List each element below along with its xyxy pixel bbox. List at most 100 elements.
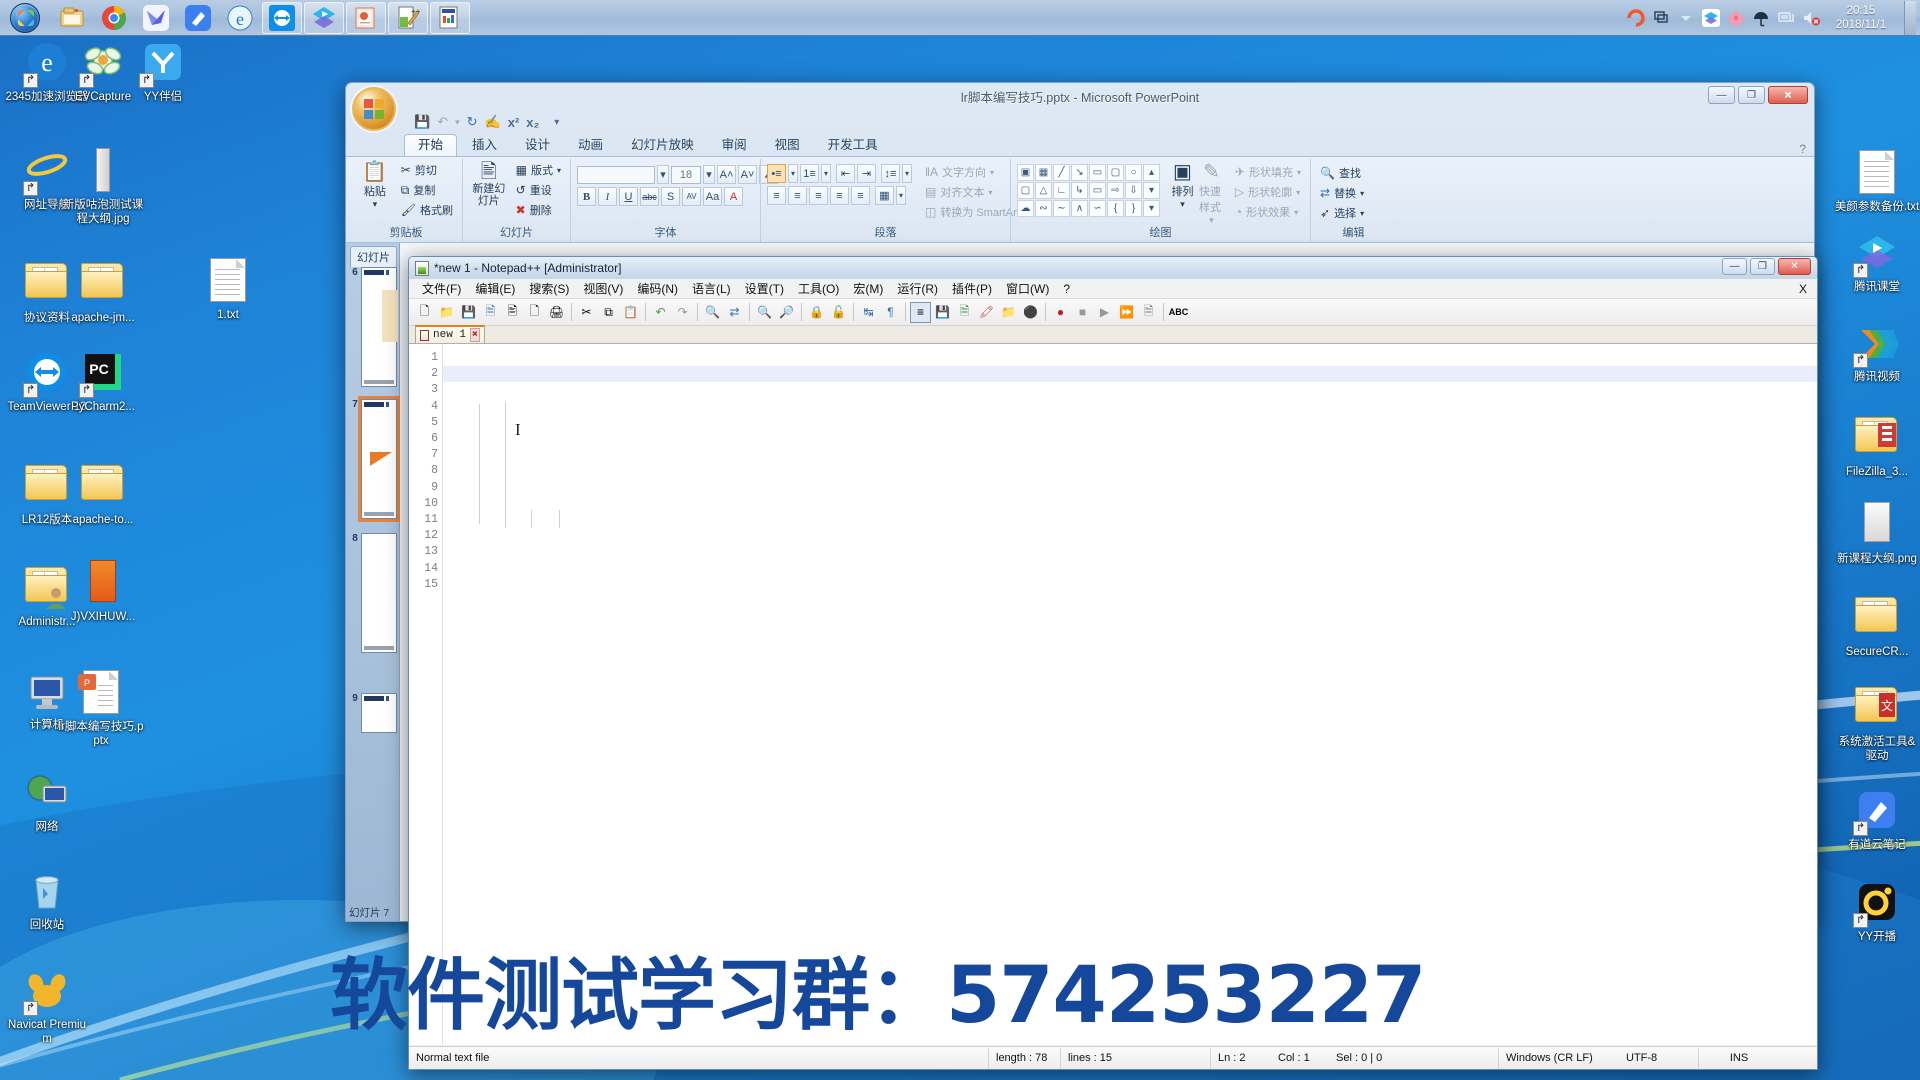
slides-tab[interactable]: 幻灯片 xyxy=(350,246,397,267)
increase-indent-button[interactable]: ⇥ xyxy=(857,164,876,183)
ppt-tab-home[interactable]: 开始 xyxy=(404,134,458,156)
desktop-icon-tencent-classroom[interactable]: 腾讯课堂 xyxy=(1834,230,1920,295)
shape-arc-icon[interactable]: ∧ xyxy=(1071,200,1088,217)
italic-button[interactable]: I xyxy=(598,187,617,206)
desktop-icon-apache-tomcat[interactable]: apache-to... xyxy=(60,458,146,528)
notepadpp-minimize-button[interactable]: — xyxy=(1722,258,1747,275)
record-macro-icon[interactable]: ● xyxy=(1050,302,1071,323)
save-macro-icon[interactable]: 🗎 xyxy=(1138,302,1159,323)
shapes-more-icon[interactable]: ▾ xyxy=(1143,200,1160,217)
tray-clock[interactable]: 20:15 2018/11/1 xyxy=(1827,4,1895,32)
powerpoint-restore-button[interactable]: ❐ xyxy=(1738,86,1765,104)
menu-plugins[interactable]: 插件(P) xyxy=(945,279,999,298)
shape-curve-icon[interactable]: ∼ xyxy=(1053,200,1070,217)
taskbar-chrome-button[interactable] xyxy=(94,2,134,34)
shape-elbow-arrow-icon[interactable]: ↳ xyxy=(1071,182,1088,199)
shape-wave-icon[interactable]: ∽ xyxy=(1089,200,1106,217)
shape-leftbrace-icon[interactable]: { xyxy=(1107,200,1124,217)
copy-button[interactable]: ⧉ 复制 xyxy=(398,181,456,199)
desktop-icon-recycle-bin[interactable]: 回收站 xyxy=(4,868,90,933)
strikethrough-button[interactable]: abc xyxy=(640,187,659,206)
paste-icon[interactable]: 📋 xyxy=(620,302,641,323)
desktop-icon-youdao-note[interactable]: 有道云笔记 xyxy=(1834,788,1920,853)
folder-workspace-icon[interactable]: 📁 xyxy=(998,302,1019,323)
ppt-tab-animations[interactable]: 动画 xyxy=(565,135,616,156)
flower-tray-icon[interactable] xyxy=(1727,9,1745,27)
powerpoint-ribbon-tabs[interactable]: 开始 插入 设计 动画 幻灯片放映 审阅 视图 开发工具 ? xyxy=(346,134,1814,157)
ppt-tab-slideshow[interactable]: 幻灯片放映 xyxy=(618,135,707,156)
layout-button[interactable]: ▦ 版式 ▾ xyxy=(513,161,564,179)
menu-macro[interactable]: 宏(M) xyxy=(846,279,890,298)
distribute-button[interactable]: ≡ xyxy=(851,186,870,205)
desktop-icon-apache-jmeter[interactable]: apache-jm... xyxy=(60,256,146,326)
tencent-classroom-tray-icon[interactable] xyxy=(1702,9,1720,27)
powerpoint-close-button[interactable]: ✕ xyxy=(1768,86,1808,104)
replace-button[interactable]: ⇄ 替换 ▾ xyxy=(1317,184,1367,202)
ui-language-icon[interactable]: 💾 xyxy=(932,302,953,323)
ppt-help-icon[interactable]: ? xyxy=(1799,142,1806,156)
ppt-tab-design[interactable]: 设计 xyxy=(512,135,563,156)
powerpoint-ribbon[interactable]: 📋 粘贴 ▾ ✂ 剪切 ⧉ 复制 🖌 格式刷 剪贴板 🖹 新建幻灯片 ▦ 版式 ▾ ↺ 重设… xyxy=(346,157,1814,243)
start-button[interactable] xyxy=(4,1,46,35)
taskbar-youdao-button[interactable] xyxy=(178,2,218,34)
close-document-button[interactable]: X xyxy=(1799,282,1807,296)
word-wrap-icon[interactable]: ↹ xyxy=(858,302,879,323)
new-slide-button[interactable]: 🖹 新建幻灯片 xyxy=(469,161,509,207)
editor-tab-new1[interactable]: new 1 ✖ xyxy=(415,325,486,343)
desktop-icon-pycharm[interactable]: PC PyCharm2... xyxy=(60,350,146,415)
subscript-icon[interactable]: x₂ xyxy=(526,115,539,130)
powerpoint-minimize-button[interactable]: — xyxy=(1708,86,1735,104)
shapes-scroll-down-icon[interactable]: ▾ xyxy=(1143,182,1160,199)
shape-rightbrace-icon[interactable]: } xyxy=(1125,200,1142,217)
notepadpp-editor[interactable]: 1 2 3 4 5 6 7 8 9 10 11 12 13 14 15 I xyxy=(409,344,1817,1045)
format-painter-button[interactable]: 🖌 格式刷 xyxy=(398,201,456,219)
close-all-icon[interactable]: 🗋 xyxy=(524,302,545,323)
shape-effects-button[interactable]: ◔ 形状效果 ▾ xyxy=(1232,203,1304,221)
find-button[interactable]: 🔍 查找 xyxy=(1317,164,1367,182)
sync-horizontal-icon[interactable]: 🔓 xyxy=(828,302,849,323)
menu-edit[interactable]: 编辑(E) xyxy=(468,279,522,298)
increase-font-size-button[interactable]: A˄ xyxy=(717,165,736,184)
format-painter-icon[interactable]: ✍ xyxy=(485,114,501,130)
shape-freeform-icon[interactable]: ∾ xyxy=(1035,200,1052,217)
copy-icon[interactable]: ⧉ xyxy=(598,302,619,323)
new-file-icon[interactable]: 🗋 xyxy=(414,302,435,323)
ppt-tab-view[interactable]: 视图 xyxy=(762,135,813,156)
function-list-icon[interactable]: 🖍 xyxy=(976,302,997,323)
taskbar-powerpoint-window[interactable] xyxy=(346,1,386,34)
show-all-chars-icon[interactable]: ¶ xyxy=(880,302,901,323)
play-macro-multiple-icon[interactable]: ⏩ xyxy=(1116,302,1137,323)
cut-icon[interactable]: ✂ xyxy=(576,302,597,323)
shape-oval-icon[interactable]: ○ xyxy=(1125,164,1142,181)
desktop-icon-filezilla[interactable]: FileZilla_3... xyxy=(1834,410,1920,480)
paste-dropdown-icon[interactable]: ▾ xyxy=(373,199,378,210)
redo-icon[interactable]: ↷ xyxy=(672,302,693,323)
desktop-icon-yy-broadcast[interactable]: YY开播 xyxy=(1834,880,1920,945)
taskbar-tencent-classroom-window[interactable] xyxy=(304,1,344,34)
menu-search[interactable]: 搜索(S) xyxy=(522,279,576,298)
play-macro-icon[interactable]: ▶ xyxy=(1094,302,1115,323)
align-right-button[interactable]: ≡ xyxy=(809,186,828,205)
slide-thumbnail-6[interactable] xyxy=(361,267,398,387)
menu-run[interactable]: 运行(R) xyxy=(890,279,945,298)
menu-language[interactable]: 语言(L) xyxy=(685,279,738,298)
font-name-input[interactable] xyxy=(577,165,655,184)
monitoring-icon[interactable]: ⚫ xyxy=(1020,302,1041,323)
decrease-font-size-button[interactable]: A˅ xyxy=(738,165,757,184)
taskbar[interactable]: e ++ 20:15 2018/11/1 xyxy=(0,0,1920,36)
superscript-icon[interactable]: x² xyxy=(508,115,520,130)
desktop-icon-tencent-video[interactable]: 腾讯视频 xyxy=(1834,320,1920,385)
taskbar-explorer-button[interactable] xyxy=(52,2,92,34)
slide-thumbnail-8[interactable] xyxy=(361,533,397,653)
shape-elbow-icon[interactable]: ∟ xyxy=(1053,182,1070,199)
menu-view[interactable]: 视图(V) xyxy=(576,279,630,298)
taskbar-notepadpp-window[interactable]: ++ xyxy=(388,1,428,34)
shape-rect-icon[interactable]: ▭ xyxy=(1089,164,1106,181)
document-map-icon[interactable]: 🗎 xyxy=(954,302,975,323)
notepadpp-restore-button[interactable]: ❐ xyxy=(1750,258,1775,275)
taskbar-ie-button[interactable]: e xyxy=(220,2,260,34)
print-icon[interactable]: 🖨 xyxy=(546,302,567,323)
columns-button[interactable]: ▦ xyxy=(875,186,894,205)
redo-icon[interactable]: ↻ xyxy=(467,114,478,130)
show-indent-guide-icon[interactable]: ≡ xyxy=(910,301,931,323)
